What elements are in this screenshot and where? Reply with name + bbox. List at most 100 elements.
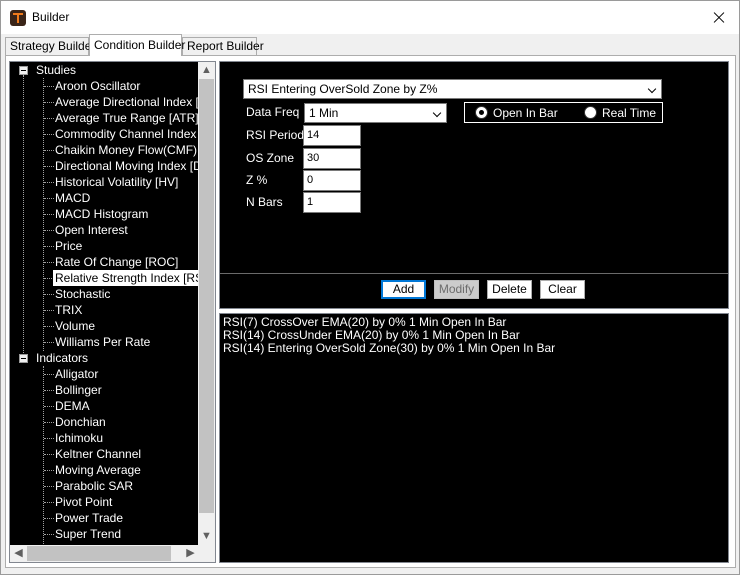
clear-button[interactable]: Clear [540, 280, 585, 299]
tree-group-studies[interactable]: Studies [36, 62, 76, 78]
window-title: Builder [32, 10, 70, 24]
tree-item[interactable]: Price [55, 238, 82, 254]
tab-strategy-builder[interactable]: Strategy Builder [5, 37, 95, 56]
tree-line [44, 454, 54, 455]
tree-line [44, 198, 54, 199]
editor-divider [220, 273, 728, 274]
z-percent-input[interactable]: 0 [303, 170, 361, 191]
n-bars-input[interactable]: 1 [303, 192, 361, 213]
collapse-toggle-icon[interactable] [19, 354, 28, 363]
condition-editor: RSI Entering OverSold Zone by Z% Data Fr… [219, 61, 729, 309]
tree-item[interactable]: Moving Average [55, 462, 141, 478]
tree-item[interactable]: Average True Range [ATR] [55, 110, 199, 126]
bar-type-radio-group: Open In Bar Real Time [464, 102, 663, 123]
real-time-label: Real Time [602, 106, 657, 120]
tree-line [44, 294, 54, 295]
builder-window: Builder Strategy Builder Condition Build… [0, 0, 740, 575]
real-time-radio[interactable]: Real Time [584, 106, 656, 120]
tree-item[interactable]: Directional Moving Index [DMI [55, 158, 199, 174]
tree-group-indicators[interactable]: Indicators [36, 350, 88, 366]
tree-line [44, 182, 54, 183]
tree-line [44, 438, 54, 439]
tree-item[interactable]: TRIX [55, 302, 82, 318]
tree-line [44, 518, 54, 519]
chevron-down-icon[interactable] [432, 108, 442, 118]
tree-item[interactable]: Open Interest [55, 222, 128, 238]
data-freq-label: Data Freq [246, 105, 300, 119]
open-in-bar-radio[interactable]: Open In Bar [475, 106, 558, 120]
tree-item[interactable]: MACD [55, 190, 90, 206]
tree-line [44, 262, 54, 263]
tree-line [44, 470, 54, 471]
scroll-right-arrow-icon[interactable]: ▶ [182, 545, 199, 562]
data-freq-value: 1 Min [309, 106, 339, 120]
tree-item[interactable]: Williams Per Rate [55, 334, 150, 350]
tree-item[interactable]: Commodity Channel Index [CC [55, 126, 199, 142]
condition-type-value: RSI Entering OverSold Zone by Z% [248, 82, 438, 96]
modify-button[interactable]: Modify [434, 280, 479, 299]
radio-checked-icon [475, 106, 488, 119]
tree-item[interactable]: Ichimoku [55, 430, 103, 446]
scrollbar-corner [198, 545, 215, 562]
tree-item[interactable]: Alligator [55, 366, 98, 382]
tree-item[interactable]: Average Directional Index [AD [55, 94, 199, 110]
data-freq-dropdown[interactable]: 1 Min [304, 103, 447, 123]
tree-item[interactable]: Chaikin Money Flow(CMF) [55, 142, 197, 158]
app-logo-icon [10, 10, 26, 26]
condition-type-dropdown[interactable]: RSI Entering OverSold Zone by Z% [243, 79, 662, 99]
tree-line [44, 422, 54, 423]
tree-horizontal-scrollbar[interactable]: ◀ ▶ [10, 545, 199, 562]
tree-item[interactable]: Super Trend [55, 526, 121, 542]
collapse-toggle-icon[interactable] [19, 66, 28, 75]
condition-list[interactable]: RSI(7) CrossOver EMA(20) by 0% 1 Min Ope… [219, 313, 729, 563]
tree-line [44, 534, 54, 535]
tree-line [44, 214, 54, 215]
tree-line [23, 75, 24, 363]
tab-bar: Strategy Builder Condition Builder Repor… [1, 34, 739, 56]
tree-item[interactable]: Parabolic SAR [55, 478, 133, 494]
tree-item[interactable]: Historical Volatility [HV] [55, 174, 178, 190]
tree-line [44, 166, 54, 167]
tree-vertical-scrollbar[interactable]: ▲ ▼ [198, 62, 215, 545]
tree-item[interactable]: Donchian [55, 414, 106, 430]
horizontal-scroll-thumb[interactable] [27, 546, 171, 561]
open-in-bar-label: Open In Bar [493, 106, 558, 120]
tree-line [44, 246, 54, 247]
tree-item[interactable]: Rate Of Change [ROC] [55, 254, 178, 270]
vertical-scroll-thumb[interactable] [199, 79, 214, 513]
tree-line [44, 230, 54, 231]
condition-list-item[interactable]: RSI(14) Entering OverSold Zone(30) by 0%… [223, 342, 555, 355]
z-percent-label: Z % [246, 173, 268, 187]
tree-line [44, 86, 54, 87]
tree-line [44, 390, 54, 391]
scroll-left-arrow-icon[interactable]: ◀ [10, 545, 27, 562]
tree-item[interactable]: Pivot Point [55, 494, 112, 510]
tree-item[interactable]: Volume [55, 318, 95, 334]
tree-item[interactable]: Aroon Oscillator [55, 78, 140, 94]
title-bar[interactable]: Builder [1, 1, 739, 34]
tree-item[interactable]: DEMA [55, 398, 90, 414]
tree-line [44, 150, 54, 151]
rsi-period-input[interactable]: 14 [303, 125, 361, 146]
tree-line [44, 134, 54, 135]
scroll-up-arrow-icon[interactable]: ▲ [198, 62, 215, 79]
tree-item[interactable]: Keltner Channel [55, 446, 141, 462]
tree-item[interactable]: Relative Strength Index [RSI] [52, 269, 199, 287]
scroll-down-arrow-icon[interactable]: ▼ [198, 528, 215, 545]
study-tree[interactable]: Studies Aroon Oscillator Average Direction… [9, 61, 216, 563]
tree-line [44, 406, 54, 407]
tree-line [44, 374, 54, 375]
chevron-down-icon[interactable] [647, 84, 657, 94]
tree-item[interactable]: Power Trade [55, 510, 123, 526]
os-zone-input[interactable]: 30 [303, 148, 361, 169]
tab-condition-builder[interactable]: Condition Builder [89, 34, 185, 56]
tab-report-builder[interactable]: Report Builder [182, 37, 264, 56]
radio-unchecked-icon [584, 106, 597, 119]
tree-item[interactable]: Stochastic [55, 286, 110, 302]
tree-item[interactable]: MACD Histogram [55, 206, 148, 222]
close-icon[interactable] [704, 5, 734, 31]
add-button[interactable]: Add [381, 280, 426, 299]
delete-button[interactable]: Delete [487, 280, 532, 299]
tree-item[interactable]: Bollinger [55, 382, 102, 398]
os-zone-label: OS Zone [246, 151, 295, 165]
